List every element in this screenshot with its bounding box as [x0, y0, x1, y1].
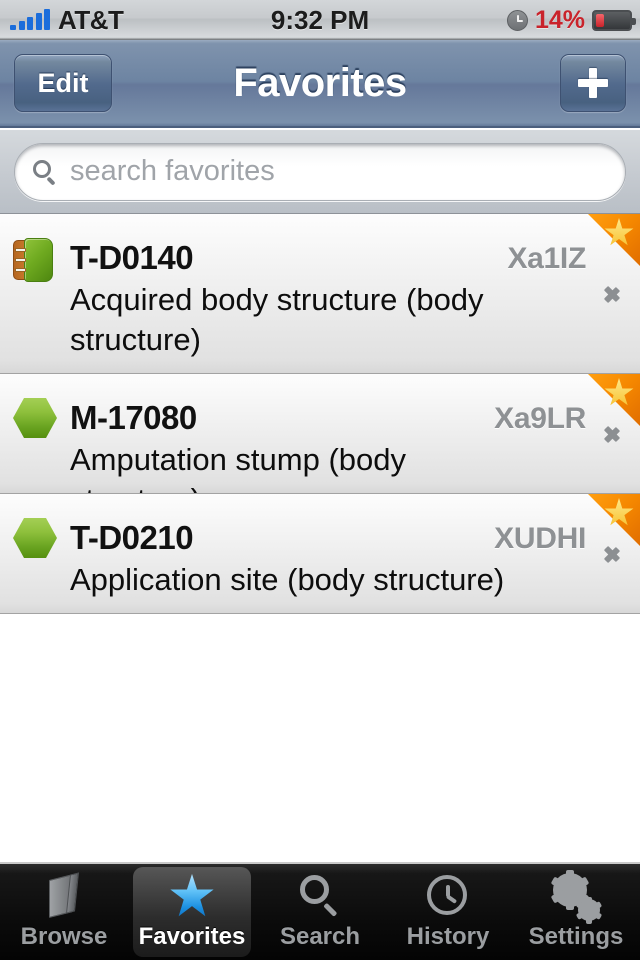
tab-bar: Browse Favorites Search History Settings — [0, 862, 640, 960]
search-placeholder: search favorites — [70, 155, 275, 187]
battery-fill — [596, 13, 604, 27]
tab-settings-label: Settings — [528, 923, 624, 950]
gear-icon — [550, 870, 603, 924]
hexagon-icon — [11, 516, 59, 562]
row-tag: Xa9LR — [494, 402, 586, 435]
row-tag: XUDHI — [494, 522, 586, 555]
edit-button-label: Edit — [37, 67, 89, 98]
tab-browse-label: Browse — [20, 923, 108, 950]
status-bar: AT&T 9:32 PM 14% — [0, 0, 640, 40]
add-favorite-button[interactable] — [560, 54, 626, 112]
battery-percent-label: 14% — [534, 6, 585, 34]
row-code: T-D0210 — [70, 519, 194, 556]
search-bar-container: search favorites — [0, 130, 640, 214]
row-code: M-17080 — [70, 399, 197, 436]
search-icon — [297, 873, 343, 919]
search-icon — [33, 159, 57, 185]
search-input[interactable]: search favorites — [14, 142, 626, 201]
hexagon-icon — [11, 396, 59, 442]
row-description: Application site (body structure) — [70, 562, 505, 597]
clock-icon — [425, 873, 471, 919]
table-row[interactable]: M-17080 Xa9LR Amputation stump (body str… — [0, 374, 640, 494]
status-bar-right: 14% — [506, 0, 636, 40]
row-description: Acquired body structure (body structure) — [70, 282, 484, 357]
tab-history[interactable]: History — [384, 864, 512, 960]
book-icon — [41, 872, 87, 919]
notebook-icon — [13, 238, 57, 282]
favorite-star-flag-icon — [588, 214, 640, 266]
tab-history-label: History — [406, 923, 490, 950]
tab-search[interactable]: Search — [256, 864, 384, 960]
row-tag: Xa1IZ — [507, 242, 586, 275]
navigation-bar: Favorites Edit — [0, 40, 640, 128]
row-code: T-D0140 — [70, 239, 194, 276]
edit-button[interactable]: Edit — [14, 54, 112, 112]
tab-settings[interactable]: Settings — [512, 864, 640, 960]
battery-icon — [592, 9, 636, 31]
tab-search-label: Search — [279, 923, 361, 950]
list-empty-area — [0, 615, 640, 862]
chevron-right-icon[interactable] — [605, 539, 622, 569]
table-row[interactable]: T-D0140 Xa1IZ Acquired body structure (b… — [0, 214, 640, 374]
app-screen: AT&T 9:32 PM 14% Favorites Edit search f… — [0, 0, 640, 960]
tab-favorites[interactable]: Favorites — [128, 864, 256, 960]
favorites-list: T-D0140 Xa1IZ Acquired body structure (b… — [0, 214, 640, 614]
row-description: Amputation stump (body structure) — [70, 442, 407, 493]
tab-favorites-label: Favorites — [138, 923, 246, 950]
tab-browse[interactable]: Browse — [0, 864, 128, 960]
alarm-clock-icon — [506, 9, 528, 31]
plus-icon — [576, 66, 610, 100]
table-row[interactable]: T-D0210 XUDHI Application site (body str… — [0, 494, 640, 614]
chevron-right-icon[interactable] — [605, 279, 622, 309]
chevron-right-icon[interactable] — [605, 419, 622, 449]
